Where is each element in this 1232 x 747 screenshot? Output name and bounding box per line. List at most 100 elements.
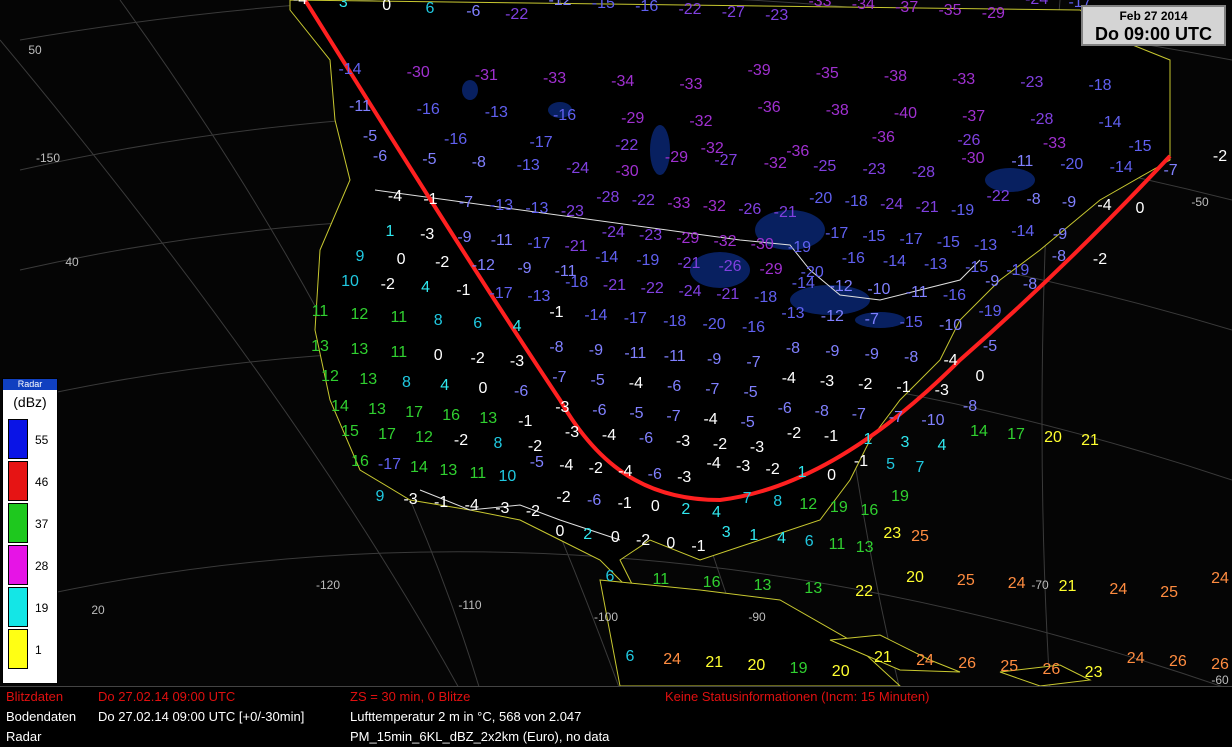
temperature-value: -32 xyxy=(689,113,713,130)
temperature-value: 17 xyxy=(1007,426,1025,443)
temperature-value: 16 xyxy=(351,453,369,470)
temperature-value: -23 xyxy=(560,203,584,220)
temperature-value: 26 xyxy=(1168,653,1187,670)
temperature-value: -39 xyxy=(747,62,771,79)
temperature-value: -11 xyxy=(1011,153,1034,170)
temperature-value: -7 xyxy=(458,194,474,211)
temperature-value: -8 xyxy=(904,349,919,366)
temperature-value: -7 xyxy=(888,409,903,426)
status-row-lightning: Blitzdaten Do 27.02.14 09:00 UTC ZS = 30… xyxy=(0,687,1232,706)
temperature-value: 0 xyxy=(650,498,660,515)
temperature-value: 1 xyxy=(797,464,807,481)
temperature-value: -4 xyxy=(703,411,718,428)
temperature-value: -3 xyxy=(675,433,691,450)
temperature-value: -3 xyxy=(403,491,418,508)
temperature-value: 24 xyxy=(1007,575,1026,592)
temperature-value: -6 xyxy=(777,400,792,417)
temperature-value: 19 xyxy=(891,488,909,505)
temperature-value: -14 xyxy=(338,61,362,78)
temperature-value: -22 xyxy=(505,6,529,23)
temperature-value: 21 xyxy=(705,654,724,671)
temperature-value: 13 xyxy=(855,539,874,556)
temperature-value: 11 xyxy=(390,309,408,326)
temperature-value: -15 xyxy=(899,314,923,331)
temperature-value: -3 xyxy=(564,424,580,441)
temperature-value: -8 xyxy=(1022,276,1038,293)
temperature-value: -12 xyxy=(548,0,572,9)
temperature-value: 4 xyxy=(421,279,430,296)
temperature-value: -32 xyxy=(702,198,726,215)
temperature-value: -1 xyxy=(896,379,911,396)
grid-label: 40 xyxy=(65,255,79,269)
temperature-value: 13 xyxy=(311,338,329,355)
temperature-value: -7 xyxy=(851,406,866,423)
grid-label: -110 xyxy=(458,598,482,612)
temperature-value: 19 xyxy=(789,660,808,677)
temperature-value: -19 xyxy=(787,239,811,256)
temperature-value: -8 xyxy=(471,154,486,171)
temperature-value: 15 xyxy=(341,423,359,440)
temperature-value: 5 xyxy=(886,456,895,473)
temperature-value: -18 xyxy=(844,193,868,210)
temperature-value: 21 xyxy=(1058,578,1077,595)
status-info: PM_15min_6KL_dBZ_2x2km (Euro), no data xyxy=(350,729,610,744)
temperature-value: -35 xyxy=(938,2,962,19)
temperature-value: -6 xyxy=(372,148,388,165)
temperature-value: -14 xyxy=(791,275,815,292)
temperature-value: 3 xyxy=(900,434,910,451)
temperature-value: 0 xyxy=(1135,200,1145,217)
temperature-value: -24 xyxy=(880,196,904,213)
temperature-value: -29 xyxy=(664,149,689,166)
temperature-value: -19 xyxy=(951,202,975,219)
temperature-value: -5 xyxy=(629,405,644,422)
status-extra: Keine Statusinformationen (Incm: 15 Minu… xyxy=(665,689,930,704)
time-label: Do 09:00 UTC xyxy=(1094,24,1213,44)
temperature-value: -33 xyxy=(542,70,567,87)
temperature-value: -17 xyxy=(623,310,647,327)
temperature-value: -6 xyxy=(592,402,607,419)
temperature-value: -4 xyxy=(706,455,721,472)
weather-map[interactable]: -4306-6-22-12-15-16-22-27-23-33-34-37-35… xyxy=(0,0,1232,686)
temperature-value: 0 xyxy=(610,529,620,546)
temperature-value: -37 xyxy=(895,0,919,16)
legend-label: 19 xyxy=(35,601,49,615)
temperature-value: -11 xyxy=(663,348,686,365)
grid-label: -100 xyxy=(593,610,619,624)
temperature-value: 11 xyxy=(652,571,670,588)
temperature-value: 13 xyxy=(359,371,378,388)
grid-label: 20 xyxy=(91,603,105,617)
temperature-value: -38 xyxy=(825,102,849,119)
temperature-value: 25 xyxy=(911,528,929,545)
temperature-value: -34 xyxy=(611,73,635,90)
temperature-value: -3 xyxy=(495,500,510,517)
temperature-value: 16 xyxy=(860,502,879,519)
temperature-value: 13 xyxy=(804,580,823,597)
temperature-value: -17 xyxy=(899,231,923,248)
temperature-value: -1 xyxy=(549,304,564,321)
temperature-value: -14 xyxy=(882,253,906,270)
temperature-value: -3 xyxy=(420,226,435,243)
temperature-value: 20 xyxy=(906,569,924,586)
temperature-value: 24 xyxy=(1109,581,1128,598)
temperature-value: -15 xyxy=(936,234,960,251)
status-info: Lufttemperatur 2 m in °C, 568 von 2.047 xyxy=(350,709,582,724)
temperature-value: -23 xyxy=(862,161,886,178)
temperature-value: -18 xyxy=(663,313,687,330)
temperature-value: -1 xyxy=(423,191,438,208)
temperature-value: 24 xyxy=(663,651,682,668)
grid-label: -60 xyxy=(1211,673,1229,686)
temperature-value: -2 xyxy=(556,489,571,506)
temperature-value: -3 xyxy=(736,458,751,475)
temperature-value: -4 xyxy=(464,497,479,514)
temperature-value: -24 xyxy=(1025,0,1048,8)
temperature-value: -2 xyxy=(435,254,450,271)
temperature-value: -16 xyxy=(552,107,577,124)
temperature-value: -3 xyxy=(934,382,949,399)
temperature-value: -6 xyxy=(638,430,654,447)
legend-label: 1 xyxy=(35,643,42,657)
temperature-value: -28 xyxy=(1030,111,1054,128)
temperature-value: -10 xyxy=(921,412,945,429)
temperature-value: -36 xyxy=(757,99,781,116)
temperature-value: -12 xyxy=(820,308,844,325)
temperature-value: -2 xyxy=(588,460,603,477)
